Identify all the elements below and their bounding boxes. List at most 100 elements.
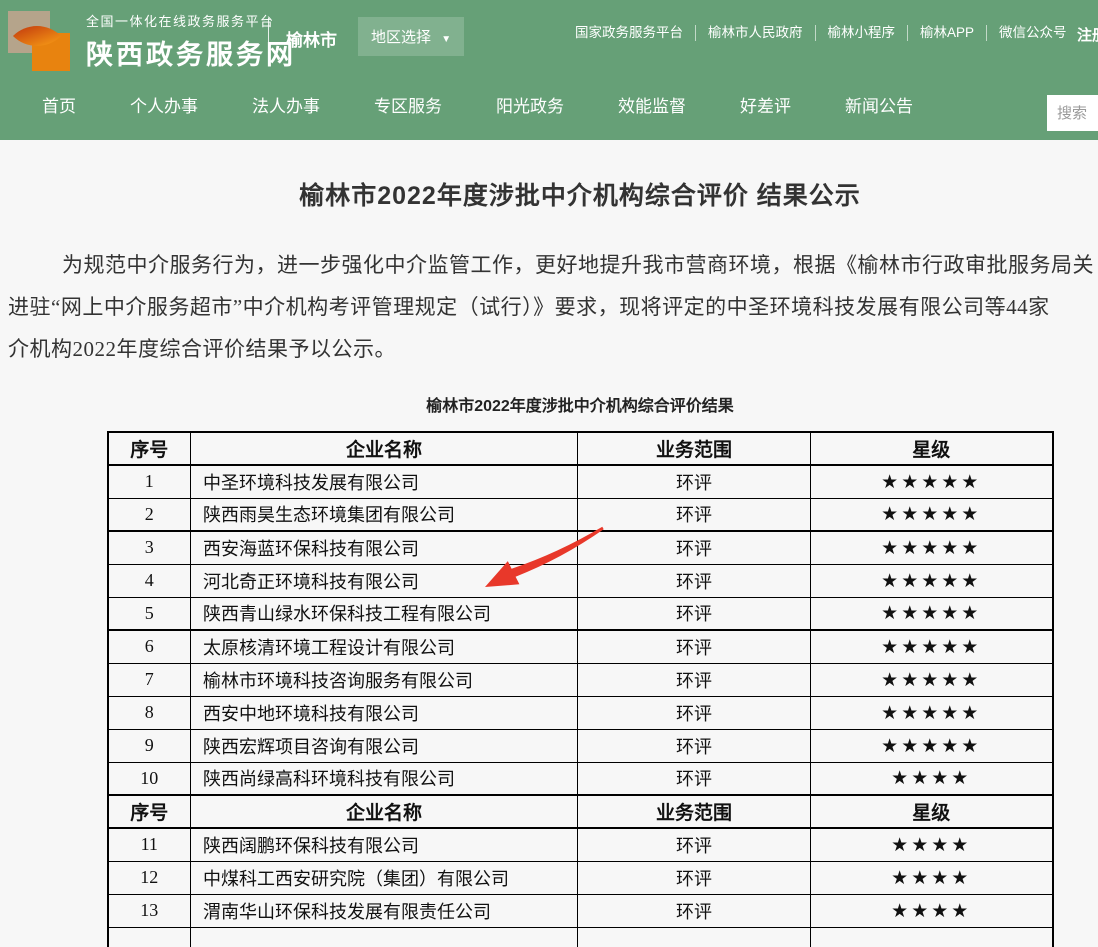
cell-company-name: 渭南华山环保科技发展有限责任公司 [191,894,578,927]
table-row: 9陕西宏辉项目咨询有限公司环评★★★★★ [108,729,1053,762]
cell-star-rating: ★★★★★ [811,696,1053,729]
column-header: 序号 [108,795,191,828]
column-header: 序号 [108,432,191,465]
cell-serial: 6 [108,630,191,663]
table-row: 2陕西雨昊生态环境集团有限公司环评★★★★★ [108,498,1053,531]
cell-serial: 4 [108,564,191,597]
cell-serial: 7 [108,663,191,696]
table-row: 7榆林市环境科技咨询服务有限公司环评★★★★★ [108,663,1053,696]
region-select-label: 地区选择 [371,29,431,46]
cell-business-scope: 环评 [578,828,811,861]
nav-item-4[interactable]: 阳光政务 [496,90,564,124]
cell-company-name: 中煤科工西安研究院（集团）有限公司 [191,861,578,894]
current-city-label: 榆林市 [286,26,337,51]
cell-star-rating: ★★★★★ [811,729,1053,762]
nav-item-3[interactable]: 专区服务 [374,90,442,124]
nav-item-0[interactable]: 首页 [42,90,76,124]
table-row: 13渭南华山环保科技发展有限责任公司环评★★★★ [108,894,1053,927]
cell-star-rating: ★★★★ [811,762,1053,795]
cell-serial: 9 [108,729,191,762]
table-caption: 榆林市2022年度涉批中介机构综合评价结果 [0,392,1098,416]
cell-star-rating: ★★★★ [811,828,1053,861]
page-title: 榆林市2022年度涉批中介机构综合评价 结果公示 [0,176,1098,212]
cell-company-name: 陕西宏辉项目咨询有限公司 [191,729,578,762]
nav-item-5[interactable]: 效能监督 [618,90,686,124]
cell-business-scope: 环评 [578,498,811,531]
cell-company-name: 西安中地环境科技有限公司 [191,696,578,729]
cell-business-scope: 环评 [578,696,811,729]
cell-company-name: 陕西雨昊生态环境集团有限公司 [191,498,578,531]
cell-star-rating: ★★★★★ [811,564,1053,597]
paragraph-line-3: 介机构2022年度综合评价结果予以公示。 [8,328,1098,370]
cell-star-rating: ★★★★★ [811,531,1053,564]
brand-divider [268,18,269,58]
cell-star-rating: ★★★★ [811,861,1053,894]
announcement-paragraph: 为规范中介服务行为，进一步强化中介监管工作，更好地提升我市营商环境，根据《榆林市… [8,244,1098,370]
cell-company-name: 陕西阔鹏环保科技有限公司 [191,828,578,861]
nav-item-7[interactable]: 新闻公告 [845,90,913,124]
site-header: 全国一体化在线政务服务平台 陕西政务服务网 榆林市 地区选择 ▼ 国家政务服务平… [0,0,1098,140]
cell-company-name: 太原核清环境工程设计有限公司 [191,630,578,663]
main-nav: 首页 个人办事 法人办事 专区服务 阳光政务 效能监督 好差评 新闻公告 [0,90,967,124]
paragraph-line-1: 为规范中介服务行为，进一步强化中介监管工作，更好地提升我市营商环境，根据《榆林市… [8,244,1098,286]
top-link-3[interactable]: 榆林APP [908,25,987,41]
table-row: 1中圣环境科技发展有限公司环评★★★★★ [108,465,1053,498]
announcement-document: 榆林市2022年度涉批中介机构综合评价 结果公示 为规范中介服务行为，进一步强化… [0,176,1098,947]
cell-star-rating: ★★★★★ [811,597,1053,630]
cell-empty [578,927,811,947]
column-header: 企业名称 [191,795,578,828]
nav-item-1[interactable]: 个人办事 [130,90,198,124]
cell-serial: 11 [108,828,191,861]
region-select-button[interactable]: 地区选择 ▼ [358,17,464,56]
cell-company-name: 西安海蓝环保科技有限公司 [191,531,578,564]
site-name: 陕西政务服务网 [86,33,296,72]
paragraph-line-2: 进驻“网上中介服务超市”中介机构考评管理规定（试行）》要求，现将评定的中圣环境科… [8,286,1098,328]
table-row-partial [108,927,1053,947]
table-row: 5陕西青山绿水环保科技工程有限公司环评★★★★★ [108,597,1053,630]
cell-company-name: 榆林市环境科技咨询服务有限公司 [191,663,578,696]
column-header: 星级 [811,795,1053,828]
top-link-0[interactable]: 国家政务服务平台 [563,25,696,41]
cell-business-scope: 环评 [578,762,811,795]
cell-star-rating: ★★★★★ [811,663,1053,696]
column-header: 星级 [811,432,1053,465]
column-header: 企业名称 [191,432,578,465]
cell-star-rating: ★★★★★ [811,465,1053,498]
cell-serial: 2 [108,498,191,531]
top-link-2[interactable]: 榆林小程序 [816,25,909,41]
cell-business-scope: 环评 [578,465,811,498]
table-row: 8西安中地环境科技有限公司环评★★★★★ [108,696,1053,729]
site-logo-brand[interactable]: 全国一体化在线政务服务平台 陕西政务服务网 [8,8,296,72]
cell-empty [108,927,191,947]
cell-company-name: 陕西尚绿高科环境科技有限公司 [191,762,578,795]
register-link[interactable]: 注册 [1077,24,1098,45]
table-row: 6太原核清环境工程设计有限公司环评★★★★★ [108,630,1053,663]
cell-business-scope: 环评 [578,564,811,597]
cell-star-rating: ★★★★★ [811,630,1053,663]
nav-item-2[interactable]: 法人办事 [252,90,320,124]
cell-star-rating: ★★★★ [811,894,1053,927]
platform-tagline: 全国一体化在线政务服务平台 [86,11,296,30]
column-header: 业务范围 [578,795,811,828]
cell-business-scope: 环评 [578,531,811,564]
cell-company-name: 陕西青山绿水环保科技工程有限公司 [191,597,578,630]
cell-business-scope: 环评 [578,729,811,762]
chevron-down-icon: ▼ [441,34,451,45]
cell-serial: 3 [108,531,191,564]
cell-empty [811,927,1053,947]
nav-item-6[interactable]: 好差评 [740,90,791,124]
top-link-1[interactable]: 榆林市人民政府 [696,25,816,41]
table-row: 3西安海蓝环保科技有限公司环评★★★★★ [108,531,1053,564]
table-header-row: 序号企业名称业务范围星级 [108,432,1053,465]
cell-serial: 12 [108,861,191,894]
top-links: 国家政务服务平台榆林市人民政府榆林小程序榆林APP微信公众号 [563,25,1079,41]
search-input[interactable] [1047,95,1098,131]
cell-serial: 8 [108,696,191,729]
cell-business-scope: 环评 [578,630,811,663]
column-header: 业务范围 [578,432,811,465]
top-link-4[interactable]: 微信公众号 [987,25,1079,41]
cell-serial: 5 [108,597,191,630]
cell-empty [191,927,578,947]
cell-serial: 13 [108,894,191,927]
cell-serial: 1 [108,465,191,498]
